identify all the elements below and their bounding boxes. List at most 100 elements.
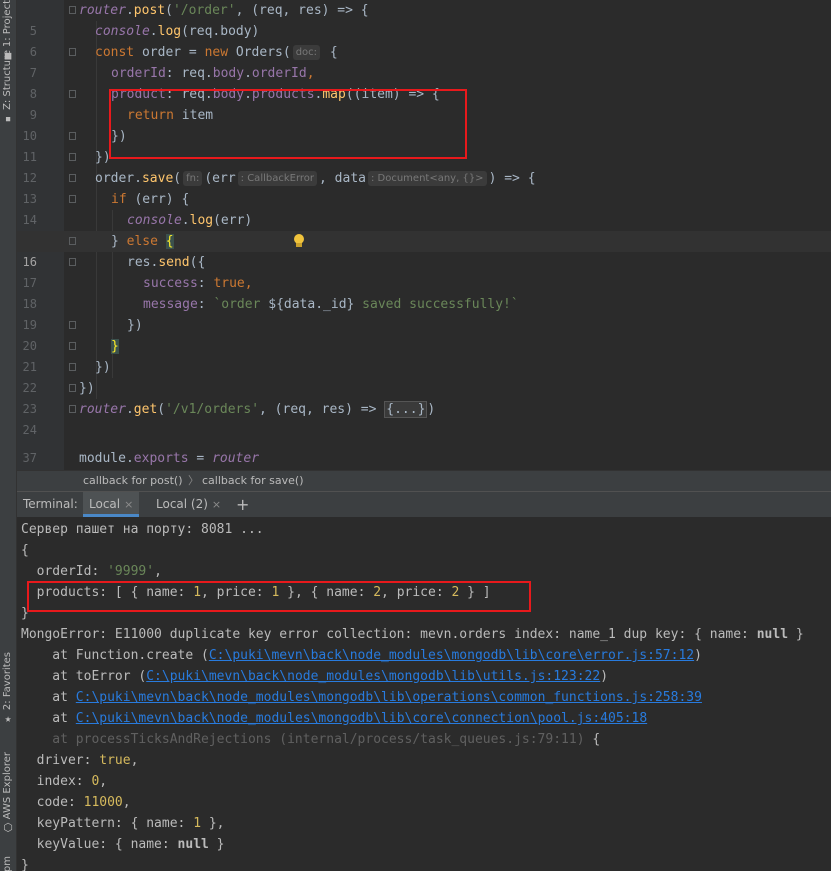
terminal-text: } xyxy=(208,837,225,852)
code-token: post xyxy=(133,3,166,18)
terminal-line: index: 0, xyxy=(21,771,107,792)
code-token: (err xyxy=(204,171,236,186)
fold-marker-icon[interactable] xyxy=(69,258,76,266)
code-token: ({ xyxy=(189,255,206,270)
fold-marker-icon[interactable] xyxy=(69,174,76,182)
code-token: . xyxy=(125,451,134,466)
code-line-37[interactable]: 37 xyxy=(17,427,831,465)
terminal-text: at xyxy=(21,690,76,705)
fold-marker-icon[interactable] xyxy=(69,405,76,413)
code-line-6[interactable]: 6 console.log(req.body) xyxy=(17,21,831,59)
code-line-24[interactable]: 24 router.get('/v1/orders', (req, res) =… xyxy=(17,399,831,437)
aws-explorer-tool-button[interactable]: ⬡ AWS Explorer xyxy=(0,752,16,833)
code-token: log xyxy=(189,213,214,228)
stacktrace-link[interactable]: C:\puki\mevn\back\node_modules\mongodb\l… xyxy=(209,648,694,663)
tab-local-2[interactable]: Local (2) × xyxy=(150,492,227,517)
tab-local[interactable]: Local × xyxy=(83,492,140,517)
code-line-10[interactable]: 10 return item xyxy=(17,105,831,143)
code-token: }) xyxy=(95,150,111,165)
code-token: Orders( xyxy=(228,45,291,60)
structure-tool-button[interactable]: ▪ Z: Structure xyxy=(0,50,16,124)
code-line-38[interactable]: 38 module.exports = router xyxy=(17,448,831,469)
terminal-text: code: xyxy=(21,795,84,810)
stacktrace-link[interactable]: C:\puki\mevn\back\node_modules\mongodb\l… xyxy=(76,690,702,705)
code-token: , data xyxy=(319,171,366,186)
code-token: success xyxy=(143,276,198,291)
fold-marker-icon[interactable] xyxy=(69,48,76,56)
npm-tool-button[interactable]: npm xyxy=(0,856,16,871)
code-token: body xyxy=(212,66,245,81)
fold-marker-icon[interactable] xyxy=(69,132,76,140)
code-line-9[interactable]: 9 product: req.body.products.map((item) … xyxy=(17,84,831,122)
terminal-text: MongoError: E11000 duplicate key error c… xyxy=(21,627,757,642)
code-token: log xyxy=(157,24,182,39)
add-tab-icon[interactable]: + xyxy=(236,492,249,517)
terminal-value: 1 xyxy=(193,816,202,831)
terminal-value: 11000 xyxy=(83,795,123,810)
code-token: true xyxy=(213,276,245,291)
code-line-21[interactable]: 21 } xyxy=(17,336,831,374)
terminal-number: 2 xyxy=(373,585,382,600)
code-line-22[interactable]: 22 }) xyxy=(17,357,831,395)
npm-tool-label: npm xyxy=(2,856,13,871)
code-token: : xyxy=(197,297,214,312)
code-token: '/order' xyxy=(172,3,236,18)
code-token: ${data._id} xyxy=(268,297,355,312)
breadcrumb-item-save-callback[interactable]: callback for save() xyxy=(202,471,304,491)
fold-marker-icon[interactable] xyxy=(69,195,76,203)
code-line-20[interactable]: 20 }) xyxy=(17,315,831,353)
favorites-tool-button[interactable]: ★ 2: Favorites xyxy=(0,652,16,724)
code-line-23[interactable]: 23 }) xyxy=(17,378,831,416)
code-token: . xyxy=(244,87,252,102)
code-line-7[interactable]: 7 const order = new Orders(doc: { xyxy=(17,42,831,80)
code-editor[interactable]: 5 router.post('/order', (req, res) => { … xyxy=(17,0,831,470)
close-icon[interactable]: × xyxy=(212,498,221,511)
code-line-12[interactable]: 12 }) xyxy=(17,147,831,185)
code-token: console xyxy=(95,24,150,39)
terminal-text: at xyxy=(21,711,76,726)
code-token: . xyxy=(244,66,252,81)
terminal-text: , xyxy=(130,753,139,768)
terminal-string: '9999' xyxy=(107,564,155,579)
fold-marker-icon[interactable] xyxy=(69,90,76,98)
stacktrace-link[interactable]: C:\puki\mevn\back\node_modules\mongodb\l… xyxy=(146,669,600,684)
code-line-11[interactable]: 11 }) xyxy=(17,126,831,164)
terminal-keyword: null xyxy=(756,627,789,642)
code-line-13[interactable]: 13 order.save(fn: (err: CallbackError, da… xyxy=(17,168,831,206)
terminal-line: at C:\puki\mevn\back\node_modules\mongod… xyxy=(21,687,702,708)
code-token: res. xyxy=(127,255,159,270)
code-line-14[interactable]: 14 if (err) { xyxy=(17,189,831,227)
terminal-line: at C:\puki\mevn\back\node_modules\mongod… xyxy=(21,708,647,729)
fold-marker-icon[interactable] xyxy=(69,384,76,392)
terminal-line: keyPattern: { name: 1 }, xyxy=(21,813,225,834)
code-line-8[interactable]: 8 orderId: req.body.orderId, xyxy=(17,63,831,101)
lightbulb-icon[interactable] xyxy=(293,234,305,248)
terminal-text: ) xyxy=(600,669,609,684)
code-token: map xyxy=(322,87,346,102)
close-icon[interactable]: × xyxy=(124,498,133,511)
terminal-output[interactable]: Сервер пашет на порту: 8081 ... { orderI… xyxy=(17,517,831,871)
fold-marker-icon[interactable] xyxy=(69,342,76,350)
terminal-text: at toError ( xyxy=(21,669,147,684)
terminal-text: index: xyxy=(21,774,92,789)
code-line-5[interactable]: 5 router.post('/order', (req, res) => { xyxy=(17,0,831,38)
code-token: : req. xyxy=(165,87,213,102)
fold-marker-icon[interactable] xyxy=(69,363,76,371)
code-line-18[interactable]: 18 success: true, xyxy=(17,273,831,311)
code-line-16[interactable]: 16 } else { xyxy=(17,231,831,269)
stacktrace-link[interactable]: C:\puki\mevn\back\node_modules\mongodb\l… xyxy=(76,711,647,726)
fold-marker-icon[interactable] xyxy=(69,237,76,245)
star-icon: ★ xyxy=(4,712,12,726)
code-line-19[interactable]: 19 message: `order ${data._id} saved suc… xyxy=(17,294,831,332)
code-line-15[interactable]: 15 console.log(err) xyxy=(17,210,831,248)
code-token: ((item) => { xyxy=(345,87,440,102)
code-line-17[interactable]: 17 res.send({ xyxy=(17,252,831,290)
terminal-text: orderId: xyxy=(21,564,108,579)
collapsed-code-block[interactable]: {...} xyxy=(384,401,428,418)
fold-marker-icon[interactable] xyxy=(69,153,76,161)
fold-marker-icon[interactable] xyxy=(69,6,76,14)
parameter-hint: fn: xyxy=(183,171,203,186)
fold-marker-icon[interactable] xyxy=(69,321,76,329)
code-token: , (req, res) => xyxy=(259,402,385,417)
breadcrumb-item-post-callback[interactable]: callback for post() xyxy=(83,471,183,491)
